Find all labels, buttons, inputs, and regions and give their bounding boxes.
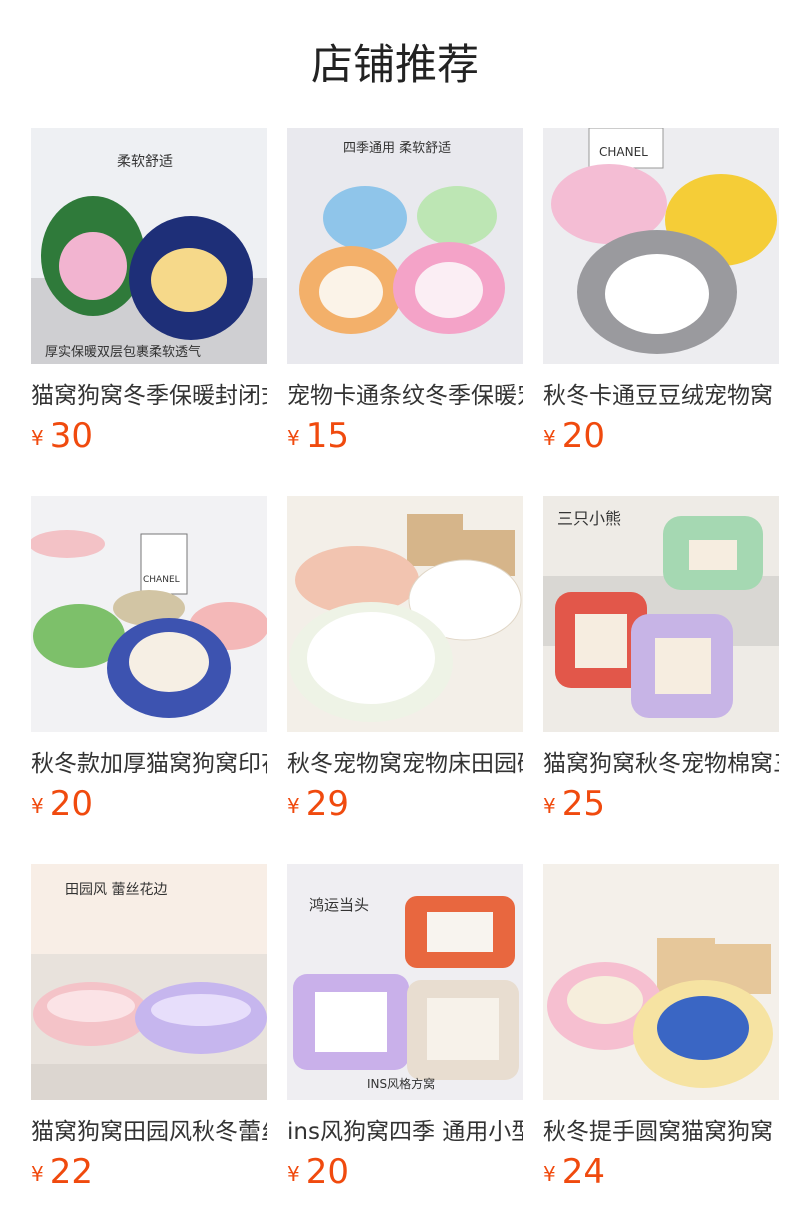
- product-price: ¥24: [543, 1152, 605, 1196]
- currency-symbol: ¥: [543, 794, 556, 818]
- product-price: ¥25: [543, 784, 605, 828]
- product-title[interactable]: 秋冬宠物窝宠物床田园碎花: [287, 748, 523, 780]
- currency-symbol: ¥: [543, 1162, 556, 1186]
- product-title[interactable]: 秋冬卡通豆豆绒宠物窝: [543, 380, 779, 412]
- image-caption: 鸿运当头: [309, 896, 369, 914]
- product-card[interactable]: 柔软舒适 厚实保暖双层包裹柔软透气 猫窝狗窝冬季保暖封闭式宠物窝 ¥30: [31, 128, 267, 496]
- image-caption: 柔软舒适: [117, 154, 173, 170]
- product-price: ¥20: [287, 1152, 349, 1196]
- price-value: 15: [305, 416, 349, 456]
- product-price: ¥29: [287, 784, 349, 828]
- product-card[interactable]: 三只小熊 猫窝狗窝秋冬宠物棉窝三只小熊 ¥25: [543, 496, 779, 864]
- image-caption: 厚实保暖双层包裹柔软透气: [45, 344, 201, 360]
- product-card[interactable]: 田园风 蕾丝花边 猫窝狗窝田园风秋冬蕾丝花边 ¥22: [31, 864, 267, 1232]
- product-image[interactable]: 田园风 蕾丝花边: [31, 864, 267, 1100]
- product-price: ¥20: [543, 416, 605, 460]
- product-title[interactable]: 宠物卡通条纹冬季保暖宠物窝: [287, 380, 523, 412]
- price-value: 30: [49, 416, 93, 456]
- image-caption: 田园风 蕾丝花边: [65, 882, 167, 898]
- product-price: ¥30: [31, 416, 93, 460]
- price-value: 20: [49, 784, 93, 824]
- price-value: 24: [561, 1152, 605, 1192]
- product-price: ¥20: [31, 784, 93, 828]
- product-card[interactable]: 秋冬宠物窝宠物床田园碎花 ¥29: [287, 496, 523, 864]
- product-card[interactable]: CHANEL 秋冬款加厚猫窝狗窝印花宠物窝 ¥20: [31, 496, 267, 864]
- product-image[interactable]: [543, 864, 779, 1100]
- product-image[interactable]: 四季通用 柔软舒适: [287, 128, 523, 364]
- image-caption: INS风格方窝: [367, 1076, 435, 1091]
- product-title[interactable]: 猫窝狗窝冬季保暖封闭式宠物窝: [31, 380, 267, 412]
- currency-symbol: ¥: [543, 426, 556, 450]
- product-image[interactable]: 鸿运当头 INS风格方窝: [287, 864, 523, 1100]
- product-image[interactable]: CHANEL: [543, 128, 779, 364]
- currency-symbol: ¥: [31, 1162, 44, 1186]
- currency-symbol: ¥: [287, 426, 300, 450]
- product-grid: 柔软舒适 厚实保暖双层包裹柔软透气 猫窝狗窝冬季保暖封闭式宠物窝 ¥30 四季通…: [31, 128, 779, 1232]
- price-value: 22: [49, 1152, 93, 1192]
- product-price: ¥15: [287, 416, 349, 460]
- price-value: 29: [305, 784, 349, 824]
- currency-symbol: ¥: [31, 794, 44, 818]
- product-image[interactable]: 三只小熊: [543, 496, 779, 732]
- product-title[interactable]: 秋冬提手圆窝猫窝狗窝: [543, 1116, 779, 1148]
- image-caption: CHANEL: [143, 575, 180, 585]
- product-image[interactable]: CHANEL: [31, 496, 267, 732]
- currency-symbol: ¥: [287, 794, 300, 818]
- currency-symbol: ¥: [31, 426, 44, 450]
- product-card[interactable]: 四季通用 柔软舒适 宠物卡通条纹冬季保暖宠物窝 ¥15: [287, 128, 523, 496]
- product-card[interactable]: 秋冬提手圆窝猫窝狗窝 ¥24: [543, 864, 779, 1232]
- product-title[interactable]: 猫窝狗窝田园风秋冬蕾丝花边: [31, 1116, 267, 1148]
- product-price: ¥22: [31, 1152, 93, 1196]
- product-card[interactable]: 鸿运当头 INS风格方窝 ins风狗窝四季 通用小型犬 ¥20: [287, 864, 523, 1232]
- product-title[interactable]: 秋冬款加厚猫窝狗窝印花宠物窝: [31, 748, 267, 780]
- product-title[interactable]: ins风狗窝四季 通用小型犬: [287, 1116, 523, 1148]
- product-image[interactable]: 柔软舒适 厚实保暖双层包裹柔软透气: [31, 128, 267, 364]
- image-caption: 四季通用 柔软舒适: [343, 141, 451, 156]
- product-title[interactable]: 猫窝狗窝秋冬宠物棉窝三只小熊: [543, 748, 779, 780]
- page-title: 店铺推荐: [310, 40, 479, 89]
- price-value: 20: [561, 416, 605, 456]
- currency-symbol: ¥: [287, 1162, 300, 1186]
- price-value: 20: [305, 1152, 349, 1192]
- image-caption: CHANEL: [599, 145, 648, 159]
- image-caption: 三只小熊: [557, 509, 621, 528]
- product-image[interactable]: [287, 496, 523, 732]
- product-card[interactable]: CHANEL 秋冬卡通豆豆绒宠物窝 ¥20: [543, 128, 779, 496]
- price-value: 25: [561, 784, 605, 824]
